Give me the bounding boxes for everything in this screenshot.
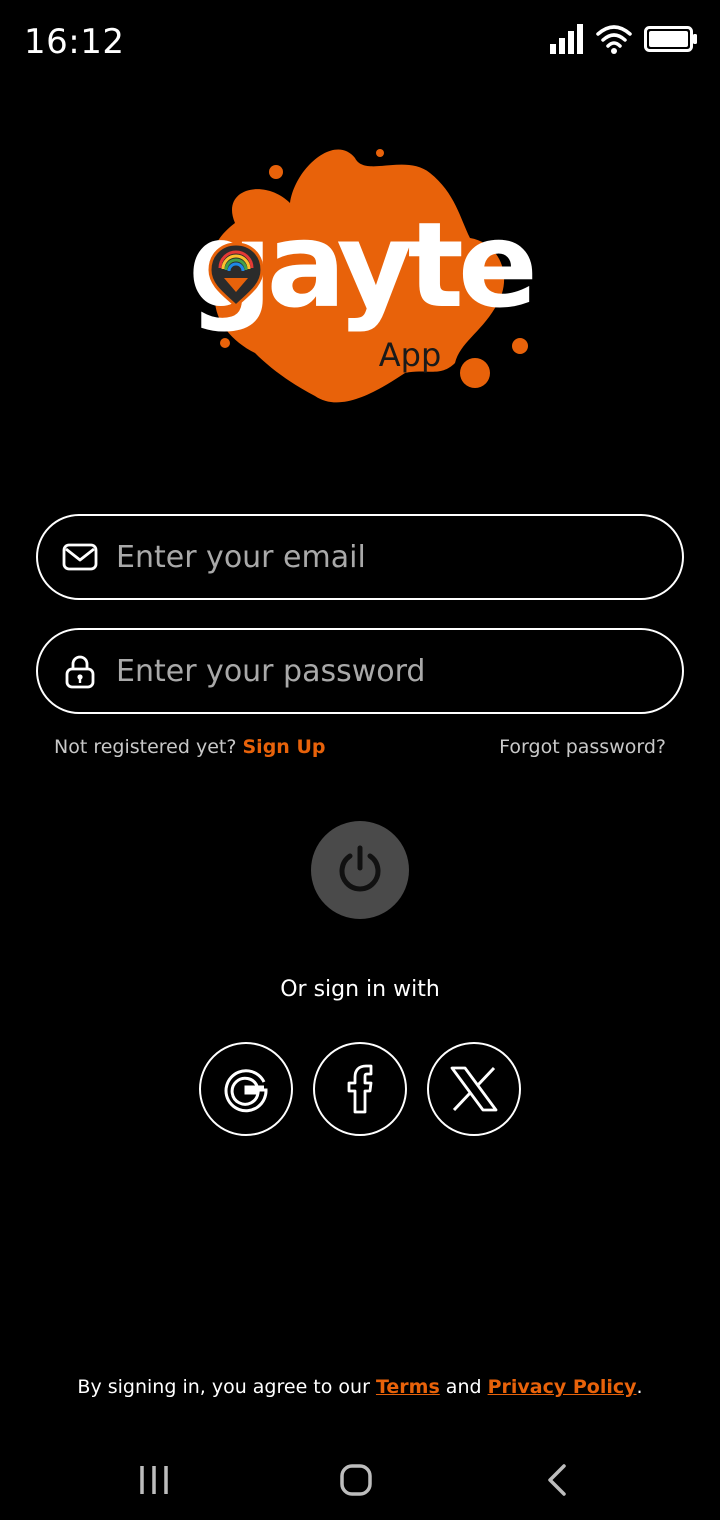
status-time: 16:12 — [24, 22, 125, 62]
terms-notice: By signing in, you agree to our Terms an… — [0, 1376, 720, 1398]
mail-icon — [62, 543, 98, 571]
email-input[interactable] — [116, 516, 676, 598]
not-registered-text: Not registered yet? Sign Up — [54, 736, 325, 758]
lock-icon — [65, 655, 95, 689]
terms-suffix: . — [636, 1376, 643, 1398]
password-input[interactable] — [116, 630, 676, 712]
logo-subtitle: App — [379, 336, 442, 374]
battery-icon — [644, 26, 697, 52]
back-icon[interactable] — [538, 1460, 578, 1500]
home-icon[interactable] — [336, 1460, 376, 1500]
forgot-password-link[interactable]: Forgot password? — [499, 736, 666, 758]
password-field[interactable] — [36, 628, 684, 714]
status-bar: 16:12 — [0, 0, 720, 84]
auth-links-row: Not registered yet? Sign Up Forgot passw… — [54, 736, 666, 764]
wifi-icon — [596, 25, 632, 54]
sign-in-button[interactable] — [311, 821, 409, 919]
privacy-policy-link[interactable]: Privacy Policy — [488, 1376, 637, 1398]
status-icons — [550, 24, 698, 54]
system-nav-bar — [0, 1440, 720, 1520]
not-registered-label: Not registered yet? — [54, 736, 237, 758]
signal-icon — [550, 24, 583, 54]
terms-link[interactable]: Terms — [376, 1376, 440, 1398]
or-sign-in-with: Or sign in with — [280, 977, 440, 1002]
gayte-logo: gayte App — [188, 149, 539, 403]
x-icon — [450, 1066, 498, 1112]
terms-prefix: By signing in, you agree to our — [77, 1376, 376, 1398]
x-sign-in-button[interactable] — [427, 1042, 521, 1136]
terms-and: and — [439, 1376, 488, 1398]
power-icon — [339, 845, 381, 892]
google-icon — [224, 1069, 268, 1113]
google-sign-in-button[interactable] — [199, 1042, 293, 1136]
recent-apps-icon[interactable] — [134, 1460, 174, 1500]
email-field[interactable] — [36, 514, 684, 600]
facebook-icon — [347, 1064, 373, 1114]
sign-up-link[interactable]: Sign Up — [243, 736, 326, 758]
facebook-sign-in-button[interactable] — [313, 1042, 407, 1136]
